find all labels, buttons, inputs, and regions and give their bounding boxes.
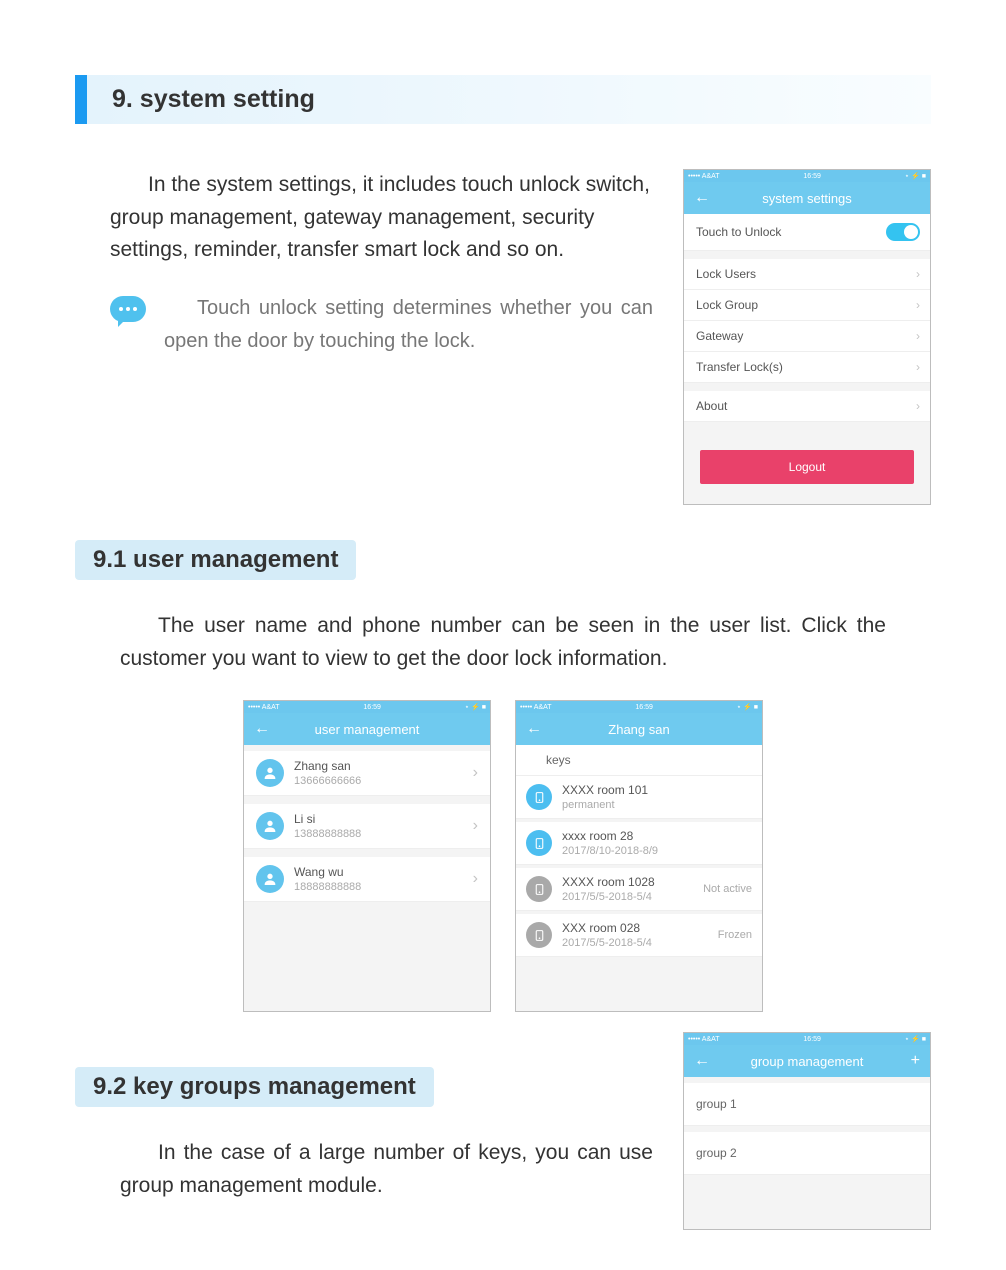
group-row[interactable]: group 2 [684, 1132, 930, 1175]
status-right: ⋆ ⚡ ■ [465, 703, 486, 711]
user-row[interactable]: Zhang san 13666666666 › [244, 751, 490, 796]
touch-unlock-label: Touch to Unlock [696, 225, 781, 239]
transfer-locks-label: Transfer Lock(s) [696, 360, 783, 374]
key-sub: permanent [562, 799, 648, 811]
title-bar: ← user management [244, 713, 490, 745]
section-9-note: Touch unlock setting determines whether … [164, 292, 653, 358]
status-bar: ••••• A&AT 16:59 ⋆ ⚡ ■ [244, 701, 490, 713]
status-time: 16:59 [363, 704, 381, 711]
key-sub: 2017/5/5-2018-5/4 [562, 891, 655, 903]
back-icon[interactable]: ← [694, 1052, 710, 1070]
user-phone: 13888888888 [294, 828, 361, 840]
user-row[interactable]: Li si 13888888888 › [244, 804, 490, 849]
user-name: Li si [294, 812, 361, 826]
key-status: Frozen [718, 929, 752, 941]
chevron-right-icon: › [473, 764, 478, 782]
transfer-locks-row[interactable]: Transfer Lock(s) › [684, 352, 930, 383]
key-status: Not active [703, 883, 752, 895]
section-9-title: 9. system setting [112, 85, 906, 114]
key-room: xxxx room 28 [562, 829, 658, 843]
user-name: Zhang san [294, 759, 361, 773]
section-91-para: The user name and phone number can be se… [120, 610, 886, 675]
key-row[interactable]: XXX room 028 2017/5/5-2018-5/4 Frozen [516, 914, 762, 957]
about-label: About [696, 399, 727, 413]
status-bar: ••••• A&AT 16:59 ⋆ ⚡ ■ [684, 1033, 930, 1045]
about-row[interactable]: About › [684, 391, 930, 422]
avatar-icon [256, 812, 284, 840]
chevron-right-icon: › [916, 360, 920, 374]
heading-body: 9. system setting [87, 75, 931, 124]
key-icon [526, 784, 552, 810]
title-bar: ← system settings [684, 182, 930, 214]
status-time: 16:59 [635, 704, 653, 711]
key-sub: 2017/5/5-2018-5/4 [562, 937, 652, 949]
phone-user-detail: ••••• A&AT 16:59 ⋆ ⚡ ■ ← Zhang san keys … [515, 700, 763, 1012]
chevron-right-icon: › [473, 817, 478, 835]
phone-system-settings: ••••• A&AT 16:59 ⋆ ⚡ ■ ← system settings… [683, 169, 931, 505]
screen-title: Zhang san [516, 722, 762, 737]
user-phone: 18888888888 [294, 881, 361, 893]
add-icon[interactable]: + [911, 1052, 920, 1070]
lock-group-row[interactable]: Lock Group › [684, 290, 930, 321]
back-icon[interactable]: ← [254, 720, 270, 738]
section-9-intro: In the system settings, it includes touc… [110, 169, 653, 267]
logout-button[interactable]: Logout [700, 450, 914, 484]
touch-unlock-toggle[interactable] [886, 223, 920, 241]
chevron-right-icon: › [916, 399, 920, 413]
section-91-title: 9.1 user management [75, 540, 356, 580]
status-time: 16:59 [803, 173, 821, 180]
lock-users-label: Lock Users [696, 267, 756, 281]
gateway-row[interactable]: Gateway › [684, 321, 930, 352]
key-room: XXXX room 1028 [562, 875, 655, 889]
status-right: ⋆ ⚡ ■ [905, 1035, 926, 1043]
phone-group-management: ••••• A&AT 16:59 ⋆ ⚡ ■ ← group managemen… [683, 1032, 931, 1230]
section-9-heading: 9. system setting [75, 75, 931, 124]
avatar-icon [256, 865, 284, 893]
keys-label: keys [516, 745, 762, 776]
key-row[interactable]: XXXX room 1028 2017/5/5-2018-5/4 Not acti… [516, 868, 762, 911]
status-bar: ••••• A&AT 16:59 ⋆ ⚡ ■ [516, 701, 762, 713]
status-carrier: ••••• A&AT [520, 704, 552, 711]
chevron-right-icon: › [916, 329, 920, 343]
lock-users-row[interactable]: Lock Users › [684, 259, 930, 290]
user-name: Wang wu [294, 865, 361, 879]
title-bar: ← group management + [684, 1045, 930, 1077]
gateway-label: Gateway [696, 329, 743, 343]
heading-accent [75, 75, 87, 124]
key-sub: 2017/8/10-2018-8/9 [562, 845, 658, 857]
user-phone: 13666666666 [294, 775, 361, 787]
key-room: XXXX room 101 [562, 783, 648, 797]
note-icon [110, 296, 146, 322]
back-icon[interactable]: ← [526, 720, 542, 738]
status-right: ⋆ ⚡ ■ [905, 172, 926, 180]
back-icon[interactable]: ← [694, 189, 710, 207]
title-bar: ← Zhang san [516, 713, 762, 745]
key-icon [526, 922, 552, 948]
section-92-title: 9.2 key groups management [75, 1067, 434, 1107]
group-row[interactable]: group 1 [684, 1083, 930, 1126]
status-carrier: ••••• A&AT [248, 704, 280, 711]
avatar-icon [256, 759, 284, 787]
chevron-right-icon: › [473, 870, 478, 888]
status-right: ⋆ ⚡ ■ [737, 703, 758, 711]
key-room: XXX room 028 [562, 921, 652, 935]
key-row[interactable]: XXXX room 101 permanent [516, 776, 762, 819]
key-icon [526, 876, 552, 902]
status-bar: ••••• A&AT 16:59 ⋆ ⚡ ■ [684, 170, 930, 182]
lock-group-label: Lock Group [696, 298, 758, 312]
touch-unlock-row[interactable]: Touch to Unlock [684, 214, 930, 251]
chevron-right-icon: › [916, 267, 920, 281]
phone-user-management: ••••• A&AT 16:59 ⋆ ⚡ ■ ← user management… [243, 700, 491, 1012]
screen-title: system settings [684, 191, 930, 206]
screen-title: group management [684, 1054, 930, 1069]
status-carrier: ••••• A&AT [688, 173, 720, 180]
status-time: 16:59 [803, 1036, 821, 1043]
status-carrier: ••••• A&AT [688, 1036, 720, 1043]
chevron-right-icon: › [916, 298, 920, 312]
key-row[interactable]: xxxx room 28 2017/8/10-2018-8/9 [516, 822, 762, 865]
section-92-para: In the case of a large number of keys, y… [120, 1137, 653, 1202]
screen-title: user management [244, 722, 490, 737]
user-row[interactable]: Wang wu 18888888888 › [244, 857, 490, 902]
key-icon [526, 830, 552, 856]
